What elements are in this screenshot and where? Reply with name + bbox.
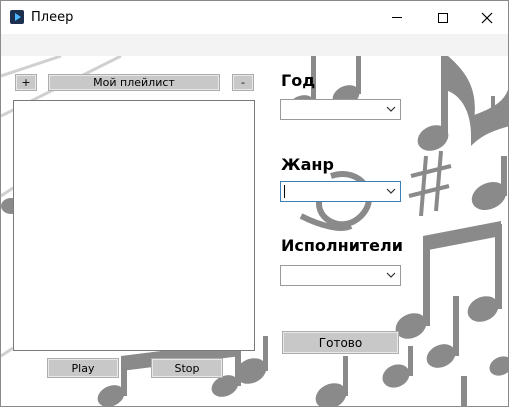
artists-label: Исполнители bbox=[281, 236, 403, 255]
artists-combobox[interactable] bbox=[280, 265, 401, 286]
title-bar[interactable]: Плеер bbox=[1, 1, 508, 34]
minimize-icon bbox=[392, 17, 402, 18]
media-player-icon bbox=[10, 10, 24, 24]
stop-button[interactable]: Stop bbox=[151, 358, 223, 378]
year-label: Год bbox=[281, 71, 316, 90]
window-title: Плеер bbox=[31, 10, 74, 25]
play-button[interactable]: Play bbox=[47, 358, 119, 378]
playlist-name-button[interactable]: Мой плейлист bbox=[48, 74, 220, 91]
menu-strip bbox=[1, 34, 508, 56]
genre-combobox[interactable] bbox=[280, 181, 401, 202]
player-window: Плеер + Мой плейлист - Play Stop Год Жан… bbox=[0, 0, 509, 407]
chevron-down-icon bbox=[386, 106, 396, 112]
genre-label: Жанр bbox=[281, 155, 334, 174]
add-track-button[interactable]: + bbox=[15, 74, 37, 91]
text-cursor bbox=[284, 185, 285, 198]
playlist-listbox[interactable] bbox=[13, 100, 255, 351]
close-icon bbox=[481, 12, 493, 23]
done-button[interactable]: Готово bbox=[282, 331, 399, 354]
client-area: + Мой плейлист - Play Stop Год Жанр Испо… bbox=[1, 56, 508, 406]
year-combobox[interactable] bbox=[280, 99, 401, 120]
chevron-down-icon bbox=[386, 188, 396, 194]
maximize-button[interactable] bbox=[420, 1, 466, 34]
close-button[interactable] bbox=[464, 1, 508, 34]
maximize-icon bbox=[438, 12, 448, 23]
minimize-button[interactable] bbox=[374, 1, 420, 34]
remove-track-button[interactable]: - bbox=[232, 74, 254, 91]
chevron-down-icon bbox=[386, 272, 396, 278]
